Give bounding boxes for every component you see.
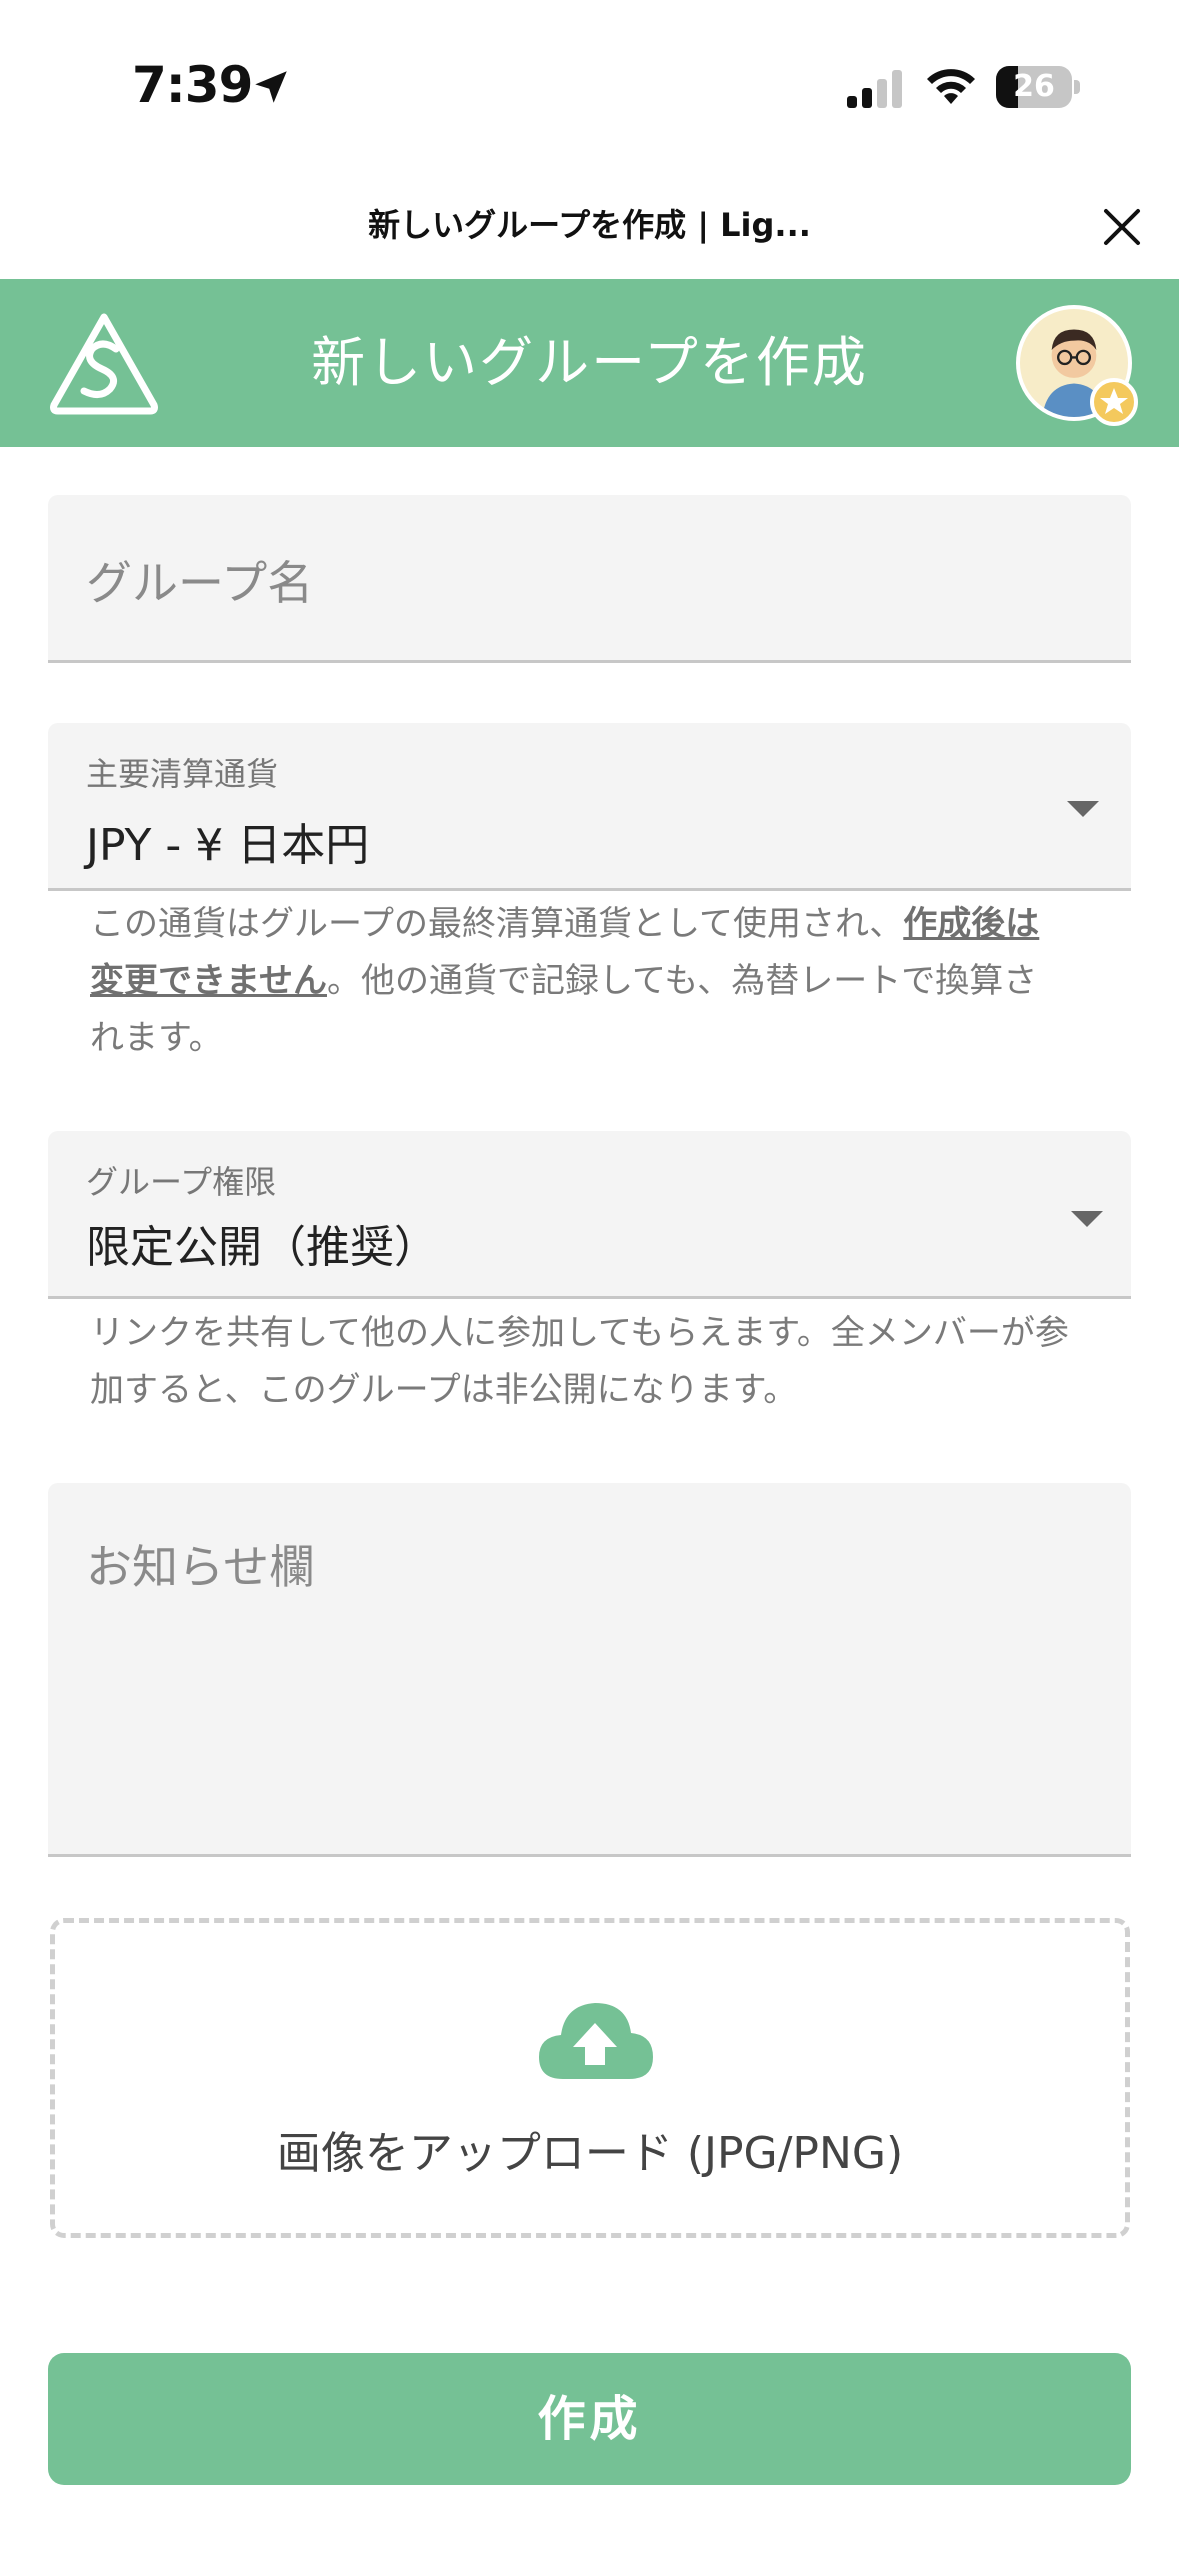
battery-level: 26 (1013, 69, 1055, 104)
permission-select[interactable]: グループ権限 限定公開（推奨） (48, 1131, 1131, 1299)
close-icon[interactable] (1100, 205, 1144, 249)
cloud-upload-icon (539, 2003, 653, 2079)
status-bar: 7:39 26 (0, 0, 1179, 170)
notice-placeholder: お知らせ欄 (86, 1540, 316, 1594)
page-title: 新しいグループを作成 (311, 331, 868, 394)
group-name-placeholder: グループ名 (86, 556, 314, 610)
currency-value: JPY - ¥ 日本円 (86, 820, 370, 871)
permission-label: グループ権限 (86, 1163, 277, 1201)
notice-textarea[interactable]: お知らせ欄 (48, 1483, 1131, 1857)
chevron-down-icon (1067, 801, 1099, 817)
currency-label: 主要清算通貨 (86, 755, 279, 793)
status-time: 7:39 (132, 56, 253, 114)
star-badge-icon (1090, 378, 1138, 426)
image-upload-area[interactable]: 画像をアップロード (JPG/PNG) (50, 1918, 1130, 2238)
chevron-down-icon (1071, 1211, 1103, 1227)
app-header: 新しいグループを作成 (0, 279, 1179, 447)
wifi-icon (927, 69, 975, 104)
location-arrow-icon (255, 71, 287, 103)
currency-select[interactable]: 主要清算通貨 JPY - ¥ 日本円 (48, 723, 1131, 891)
cellular-signal-icon (847, 70, 902, 108)
upload-label: 画像をアップロード (JPG/PNG) (276, 2128, 904, 2179)
create-button[interactable]: 作成 (48, 2353, 1131, 2485)
battery-icon: 26 (996, 66, 1080, 108)
permission-helper-text: リンクを共有して他の人に参加してもらえます。全メンバーが参加すると、このグループ… (90, 1313, 1069, 1410)
permission-value: 限定公開（推奨） (86, 1222, 438, 1273)
currency-helper-text: この通貨はグループの最終清算通貨として使用され、作成後は変更できません。他の通貨… (90, 904, 1040, 1058)
group-name-input[interactable]: グループ名 (48, 495, 1131, 663)
sheet-title: 新しいグループを作成 | Lig... (368, 206, 811, 244)
